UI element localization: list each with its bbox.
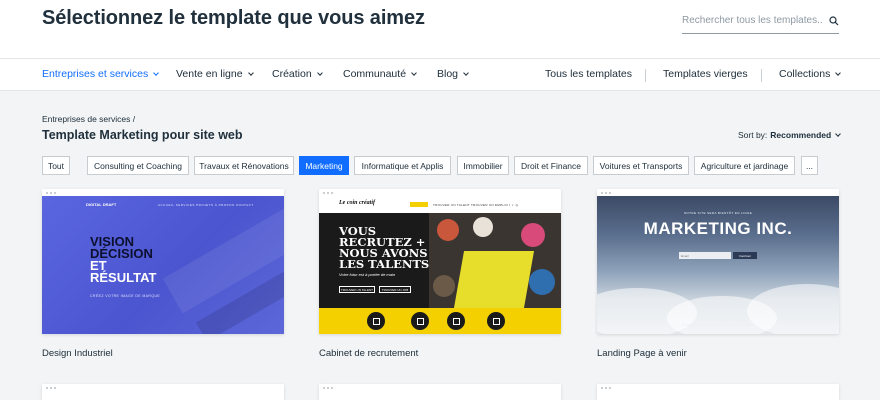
preview-subline: CRÉEZ VOTRE IMAGE DE MARQUE [90,294,161,298]
preview-tagline: Votre futur est à portée de main [339,272,396,277]
preview-button: TROUVER UN JOB [379,286,411,293]
sort-label: Sort by: [738,130,768,140]
preview-headline: VISION DÉCISION ET RÉSULTAT [90,235,157,285]
nav-label: Collections [779,68,831,80]
nav-label: Communauté [343,68,407,80]
nav-label: Templates vierges [663,68,748,80]
filter-chip-immobilier[interactable]: Immobilier [457,156,509,175]
lightbulb-icon [447,312,465,330]
chevron-down-icon [316,69,323,76]
nav-creation[interactable]: Création [272,68,323,80]
preview-email-field: Email [679,252,731,259]
preview-title: MARKETING INC. [643,219,793,238]
preview-footer: © 2023 par Marketing Inc. Créé avec Wix [682,323,754,327]
nav-entreprises-services[interactable]: Entreprises et services [42,68,160,80]
chevron-down-icon [411,69,417,76]
template-card[interactable]: DIGITAL DRAFT ACCUEIL SERVICES PROJETS À… [42,189,284,359]
section-title: Template Marketing pour site web [42,128,243,142]
filter-chip-travaux[interactable]: Travaux et Rénovations [194,156,294,175]
nav-collections[interactable]: Collections [779,68,842,80]
chevron-down-icon [153,69,160,76]
search-icon[interactable] [829,15,839,26]
preview-kicker: NOTRE SITE SERA BIENTÔT EN LIGNE [683,211,753,215]
nav-blog[interactable]: Blog [437,68,469,80]
template-card[interactable]: NOTRE SITE SERA BIENTÔT EN LIGNE MARKETI… [597,189,839,359]
chevron-down-icon [463,69,469,76]
preview-menu: TROUVER UN TALENT TROUVER UN EMPLOI f ✓ … [433,203,519,207]
preview-icon-band [319,308,561,334]
photo-person [521,223,545,247]
browser-dots [597,189,839,196]
preview-header-button [410,202,428,207]
page-title: Sélectionnez le template que vous aimez [42,7,425,29]
template-thumbnail[interactable]: Le coin créatif TROUVER UN TALENT TROUVE… [319,196,561,334]
template-preview-frame[interactable]: DIGITAL DRAFT ACCUEIL SERVICES PROJETS À… [42,189,284,334]
filter-chip-consulting[interactable]: Consulting et Coaching [87,156,189,175]
sort-dropdown[interactable]: Sort by: Recommended [738,130,842,140]
template-name[interactable]: Landing Page à venir [597,348,839,359]
photo-person [433,275,455,297]
breadcrumb[interactable]: Entreprises de services / [42,114,135,124]
nav-templates-vierges[interactable]: Templates vierges [663,68,748,80]
browser-dots [597,384,839,391]
nav-tous-les-templates[interactable]: Tous les templates [545,68,632,80]
chevron-down-icon [835,130,842,137]
filter-chip-tout[interactable]: Tout [42,156,70,175]
template-card-next-row[interactable] [319,384,561,400]
template-card-next-row[interactable] [42,384,284,400]
nav-divider [761,69,762,82]
category-nav: Entreprises et services Vente en ligne C… [0,58,880,91]
document-icon [411,312,429,330]
nav-label: Entreprises et services [42,68,149,80]
browser-dots [319,189,561,196]
briefcase-icon [487,312,505,330]
top-header: Sélectionnez le template que vous aimez [0,0,880,58]
browser-dots [319,384,561,391]
template-card[interactable]: Le coin créatif TROUVER UN TALENT TROUVE… [319,189,561,359]
chevron-down-icon [835,69,842,76]
preview-submit-button: Inscrivez [733,252,757,259]
nav-label: Blog [437,68,459,80]
headline-line: LES TALENTS [339,257,430,271]
nav-divider [645,69,646,82]
template-preview-frame[interactable]: Le coin créatif TROUVER UN TALENT TROUVE… [319,189,561,334]
nav-vente-en-ligne[interactable]: Vente en ligne [176,68,254,80]
filter-chip-marketing[interactable]: Marketing [299,156,349,175]
browser-dots [42,384,284,391]
nav-communaute[interactable]: Communauté [343,68,417,80]
template-preview-frame[interactable]: NOTRE SITE SERA BIENTÔT EN LIGNE MARKETI… [597,189,839,334]
preview-menu: ACCUEIL SERVICES PROJETS À PROPOS CONTAC… [158,203,254,207]
photo-table [453,251,535,308]
template-name[interactable]: Cabinet de recrutement [319,348,561,359]
headline-line: RÉSULTAT [90,270,157,285]
photo-person [529,269,555,295]
filter-chip-droit-finance[interactable]: Droit et Finance [514,156,588,175]
chevron-down-icon [247,69,254,76]
preview-logo: DIGITAL DRAFT [86,202,117,207]
search-input[interactable] [682,15,822,26]
photo-person [473,217,493,237]
preview-headline: VOUS RECRUTEZ + NOUS AVONS LES TALENTS [339,225,430,271]
nav-label: Tous les templates [545,68,632,80]
filter-chip-agriculture[interactable]: Agriculture et jardinage [694,156,795,175]
photo-person [437,219,459,241]
search-box[interactable] [682,8,839,34]
template-thumbnail[interactable]: DIGITAL DRAFT ACCUEIL SERVICES PROJETS À… [42,196,284,334]
pencil-icon [367,312,385,330]
preview-photo [429,213,561,308]
filter-chip-more[interactable]: ... [801,156,818,175]
template-thumbnail[interactable]: NOTRE SITE SERA BIENTÔT EN LIGNE MARKETI… [597,196,839,334]
filter-chip-voitures[interactable]: Voitures et Transports [593,156,689,175]
nav-label: Vente en ligne [176,68,243,80]
template-name[interactable]: Design Industriel [42,348,284,359]
nav-label: Création [272,68,312,80]
preview-button: TROUVER UN TALENT [339,286,375,293]
sort-value: Recommended [770,130,832,140]
browser-dots [42,189,284,196]
filter-chip-informatique[interactable]: Informatique et Applis [354,156,451,175]
preview-brand: Le coin créatif [339,200,375,206]
template-card-next-row[interactable] [597,384,839,400]
